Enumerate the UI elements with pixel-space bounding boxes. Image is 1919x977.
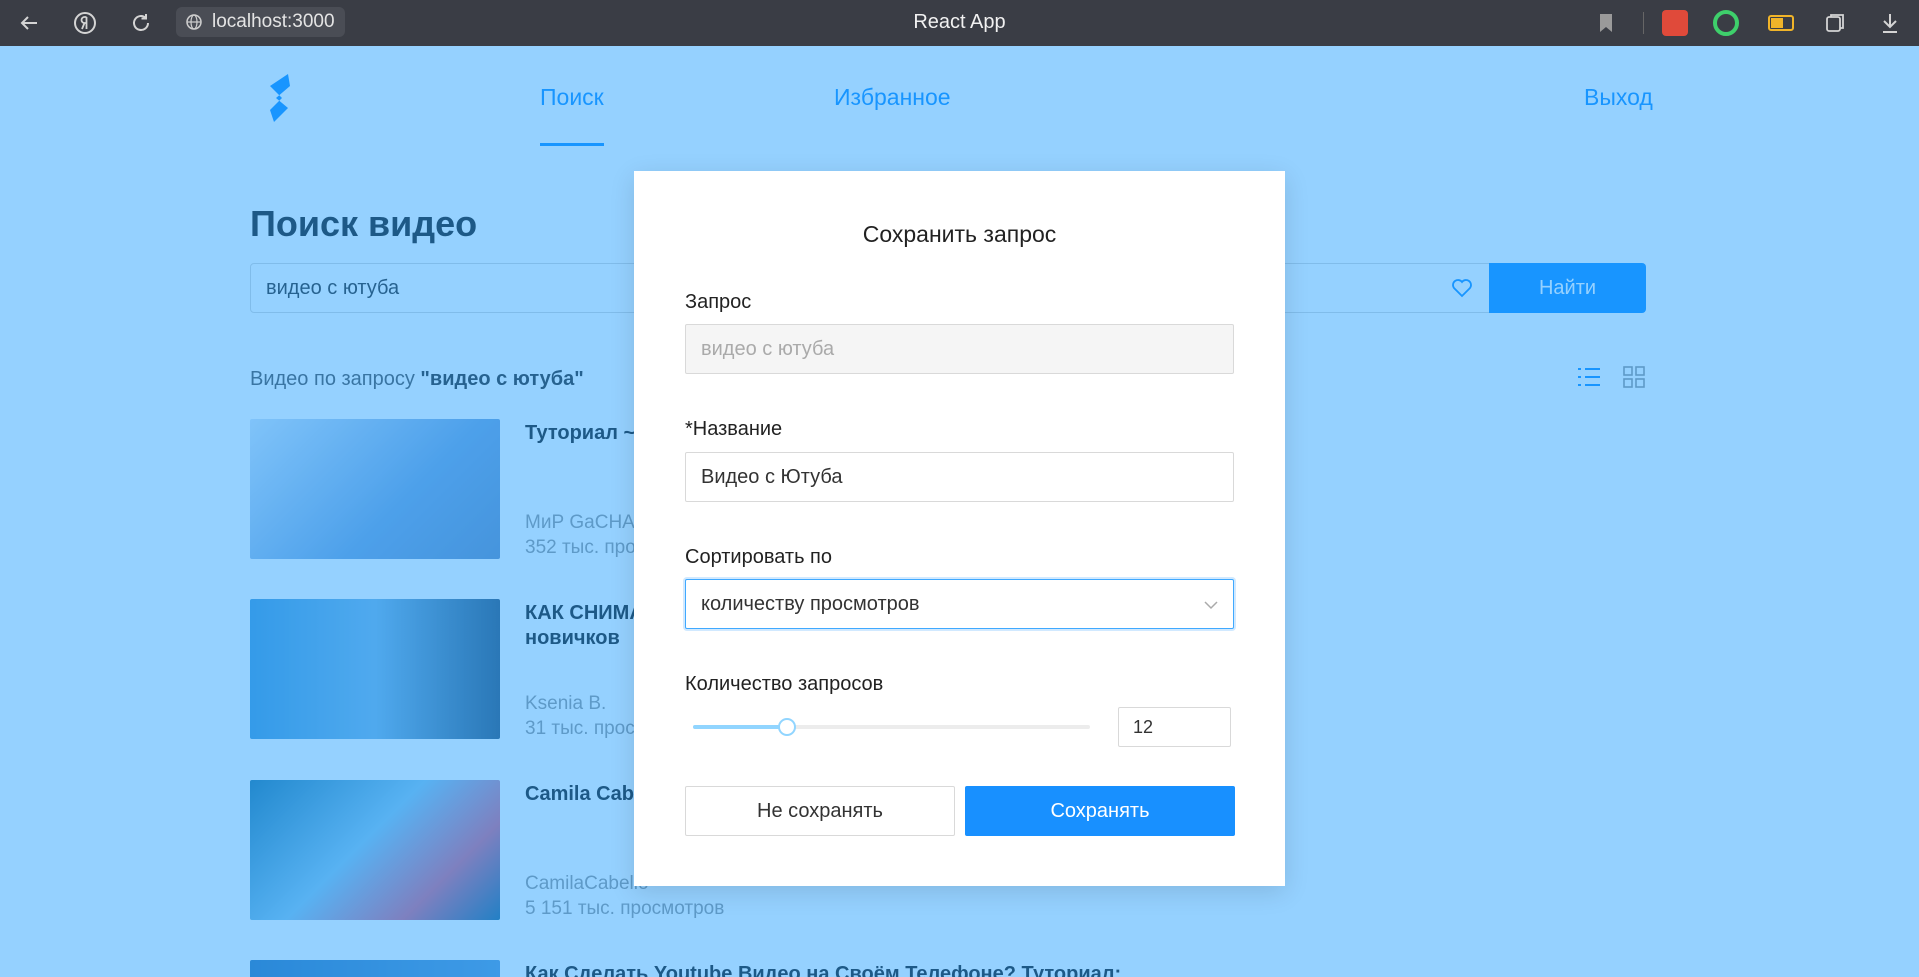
- modal-title: Сохранить запрос: [862, 221, 1057, 247]
- query-field: видео с ютуба: [685, 324, 1234, 374]
- toolbar-divider: [1643, 12, 1644, 34]
- save-button[interactable]: Сохранять: [965, 786, 1235, 836]
- sort-label: Сортировать по: [685, 546, 833, 568]
- count-input[interactable]: 12: [1118, 707, 1231, 747]
- query-label: Запрос: [685, 291, 752, 313]
- collections-icon[interactable]: [1820, 8, 1850, 38]
- extension-icon[interactable]: [1662, 10, 1688, 36]
- extension-ring-icon[interactable]: [1713, 10, 1739, 36]
- sort-select[interactable]: количеству просмотров: [685, 579, 1234, 629]
- cancel-button[interactable]: Не сохранять: [685, 786, 955, 836]
- save-query-modal: Сохранить запрос Запрос видео с ютуба *Н…: [634, 171, 1285, 886]
- name-field[interactable]: Видео с Ютуба: [685, 452, 1234, 502]
- name-label: *Название: [685, 418, 783, 440]
- count-label: Количество запросов: [685, 673, 884, 695]
- battery-icon[interactable]: [1768, 15, 1794, 31]
- chevron-down-icon: [1204, 601, 1218, 610]
- tab-title: React App: [913, 11, 1006, 33]
- sort-select-value: количеству просмотров: [701, 593, 920, 615]
- browser-toolbar: localhost:3000 React App: [0, 0, 1919, 46]
- bookmark-icon[interactable]: [1591, 8, 1621, 38]
- count-slider-track: [693, 725, 787, 729]
- count-slider-handle[interactable]: [778, 718, 796, 736]
- download-icon[interactable]: [1875, 8, 1905, 38]
